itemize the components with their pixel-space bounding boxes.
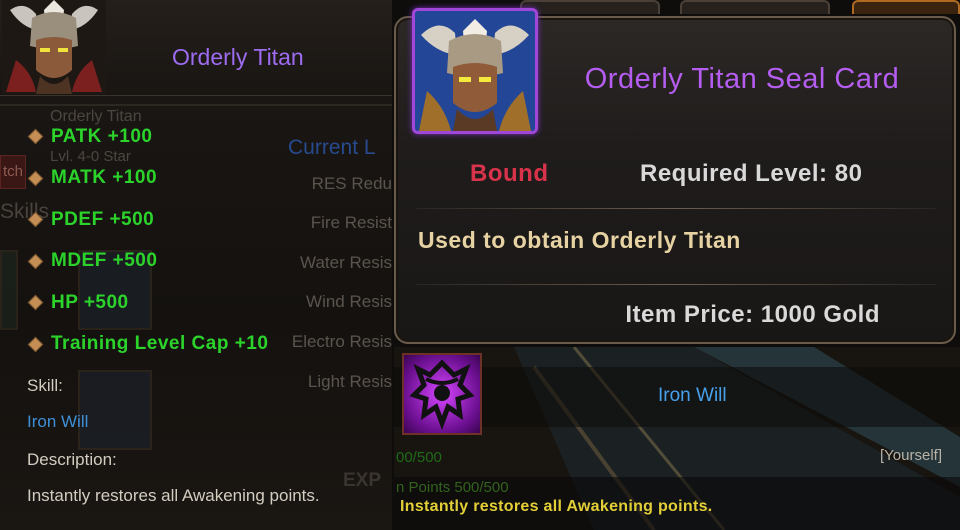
stat-text: MDEF +500 — [51, 250, 158, 272]
stat-row: MATK +100 — [27, 158, 330, 200]
required-level: Required Level: 80 — [640, 160, 863, 187]
bullet-diamond-icon — [27, 128, 44, 145]
binding-status: Bound — [470, 160, 549, 187]
tab-fragment[interactable]: tch — [0, 155, 26, 189]
bullet-diamond-icon — [27, 211, 44, 228]
stat-row: MDEF +500 — [27, 241, 330, 283]
stat-row: PDEF +500 — [27, 199, 330, 241]
faded-cost: 00/500 — [396, 449, 442, 466]
skill-name: Iron Will — [27, 412, 89, 431]
bullet-diamond-icon — [27, 336, 44, 353]
item-usage: Used to obtain Orderly Titan — [418, 227, 741, 253]
stat-text: MATK +100 — [51, 167, 158, 189]
hero-name: Orderly Titan — [172, 44, 304, 70]
bullet-diamond-icon — [27, 294, 44, 311]
exp-fragment: EXP — [343, 470, 382, 491]
stat-row: HP +500 — [27, 282, 330, 324]
divider — [416, 208, 936, 209]
faded-points: n Points 500/500 — [396, 479, 509, 496]
header-divider — [0, 104, 392, 106]
skill-description: Instantly restores all Awakening points. — [400, 498, 713, 515]
description-label: Description: — [27, 450, 117, 469]
stat-text: HP +500 — [51, 291, 129, 313]
bullet-diamond-icon — [27, 253, 44, 270]
stat-text: Training Level Cap +10 — [51, 333, 269, 355]
background-frame — [520, 0, 660, 14]
titan-portrait-icon — [2, 0, 106, 94]
hero-detail-panel: Orderly Titan Orderly Titan Lvl. 4-0 Sta… — [0, 0, 392, 530]
background-frame — [680, 0, 830, 14]
stat-text: PDEF +500 — [51, 208, 155, 230]
background-frame — [852, 0, 960, 14]
light-resist-label: Light Resis — [307, 372, 392, 391]
iron-will-skill-icon — [402, 353, 482, 435]
item-price: Item Price: 1000 Gold — [625, 301, 880, 328]
stat-row: Training Level Cap +10 — [27, 324, 330, 366]
stat-row: PATK +100 — [27, 116, 330, 158]
bullet-diamond-icon — [27, 170, 44, 187]
titan-portrait-icon — [412, 8, 538, 134]
equipment-slot[interactable] — [0, 250, 18, 330]
skill-target: [Yourself] — [880, 447, 942, 464]
stat-text: PATK +100 — [51, 125, 153, 147]
stat-bonus-list: PATK +100 MATK +100 PDEF +500 MDEF +500 … — [27, 116, 330, 366]
skill-description: Instantly restores all Awakening points. — [27, 486, 320, 505]
skill-name: Iron Will — [658, 385, 727, 406]
seal-card-tooltip: Orderly Titan Seal Card Bound Required L… — [394, 8, 956, 344]
skill-label: Skill: — [27, 376, 63, 395]
divider — [416, 284, 936, 285]
equipment-slot[interactable] — [78, 370, 152, 450]
item-title: Orderly Titan Seal Card — [584, 63, 900, 95]
iron-will-skill-tooltip: Iron Will [Yourself] 00/500 n Points 500… — [394, 347, 960, 530]
